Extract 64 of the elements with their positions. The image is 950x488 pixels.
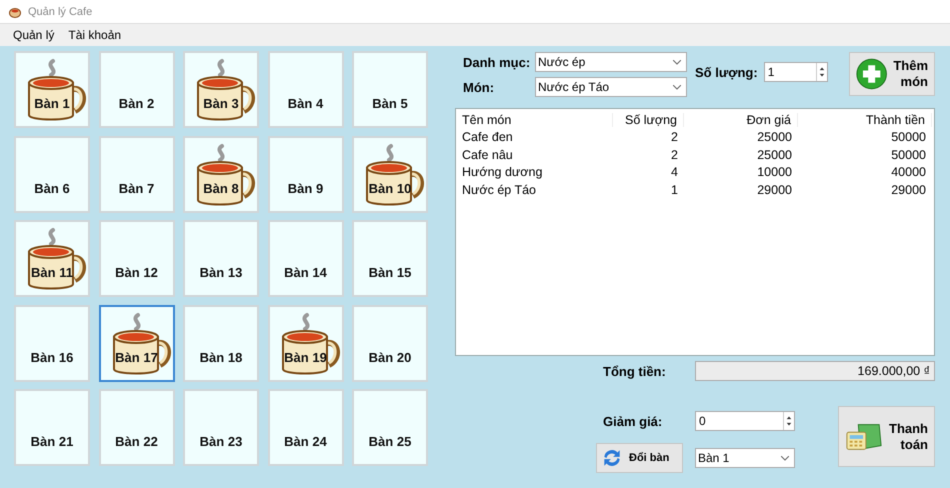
menu-item[interactable]: Tài khoản	[68, 28, 122, 42]
table-tile[interactable]: Bàn 14	[268, 220, 344, 297]
table-cell-text: 2	[670, 130, 679, 144]
item-dropdown[interactable]: Nước ép Táo	[535, 77, 687, 97]
category-label: Danh mục:	[462, 54, 532, 70]
quantity-spinner[interactable]: 1	[764, 62, 828, 82]
column-header[interactable]: Đơn giá	[684, 112, 798, 127]
table-cell-text: Cafe đen	[461, 130, 514, 144]
menu-item[interactable]: Quản lý	[13, 28, 54, 42]
pay-button[interactable]: Thanh toán	[838, 406, 935, 467]
table-cell-text: Nước ép Táo	[461, 182, 538, 197]
category-dropdown[interactable]: Nước ép	[535, 52, 687, 72]
table-cell-text: 25000	[756, 148, 793, 162]
table-dropdown[interactable]: Bàn 1	[695, 448, 795, 468]
table-tile[interactable]: Bàn 7	[98, 136, 174, 212]
table-tile[interactable]: Bàn 9	[268, 136, 344, 212]
table-tile[interactable]: Bàn 1	[14, 51, 90, 128]
table-tile[interactable]: Bàn 24	[268, 389, 344, 466]
table-cell-text: Hướng dương	[461, 165, 544, 180]
chevron-down-icon	[673, 84, 681, 90]
table-tile[interactable]: Bàn 21	[14, 389, 90, 466]
table-tile[interactable]: Bàn 3	[183, 51, 259, 128]
chevron-down-icon	[781, 456, 789, 460]
table-tile[interactable]: Bàn 12	[98, 220, 174, 297]
column-header[interactable]: Thành tiền	[798, 112, 932, 127]
table-tile[interactable]: Bàn 15	[352, 220, 428, 297]
total-field: 169.000,00 ₫	[695, 361, 935, 381]
table-tile[interactable]: Bàn 25	[352, 389, 428, 466]
table-tile[interactable]: Bàn 13	[183, 220, 259, 297]
table-cell-text: 40000	[890, 165, 927, 180]
table-tile[interactable]: Bàn 2	[98, 51, 174, 128]
quantity-label: Số lượng:	[695, 65, 758, 80]
column-header[interactable]: Số lượng	[613, 112, 684, 127]
chevron-down-icon	[673, 60, 681, 64]
table-cell-text: Cafe nâu	[461, 148, 514, 162]
spinner-arrows-icon[interactable]	[783, 412, 794, 430]
table-cell-text: 2	[670, 148, 679, 162]
table-cell-text: 1	[670, 182, 679, 197]
table-tile[interactable]: Bàn 16	[14, 304, 90, 382]
plus-icon	[856, 57, 888, 91]
table-tile[interactable]: Bàn 5	[352, 51, 428, 128]
table-tile[interactable]: Bàn 4	[268, 51, 344, 128]
item-label: Món:	[462, 80, 496, 94]
table-cell-text: 50000	[890, 148, 927, 162]
discount-spinner[interactable]: 0	[695, 411, 795, 431]
table-cell-text: 29000	[756, 182, 793, 197]
table-cell-text: 50000	[890, 130, 927, 144]
table-cell-text: 29000	[890, 182, 927, 197]
table-tile[interactable]: Bàn 6	[14, 136, 90, 212]
table-cell-text: 25000	[756, 130, 793, 144]
table-cell-text: 4	[670, 165, 679, 180]
table-tile[interactable]: Bàn 18	[183, 304, 259, 382]
table-tile[interactable]: Bàn 22	[98, 389, 174, 466]
window-title: Quản lý Cafe	[28, 6, 92, 18]
discount-label: Giảm giá:	[602, 414, 664, 428]
table-cell-text: 10000	[756, 165, 793, 180]
switch-table-button[interactable]: Đổi bàn	[596, 443, 683, 473]
total-label: Tổng tiền:	[602, 364, 667, 378]
spinner-arrows-icon[interactable]	[816, 63, 827, 81]
add-item-button[interactable]: Thêm món	[849, 52, 935, 96]
table-tile[interactable]: Bàn 8	[183, 136, 259, 212]
table-tile[interactable]: Bàn 20	[352, 304, 428, 382]
column-header[interactable]: Tên món	[456, 112, 613, 127]
table-tile[interactable]: Bàn 23	[183, 389, 259, 466]
